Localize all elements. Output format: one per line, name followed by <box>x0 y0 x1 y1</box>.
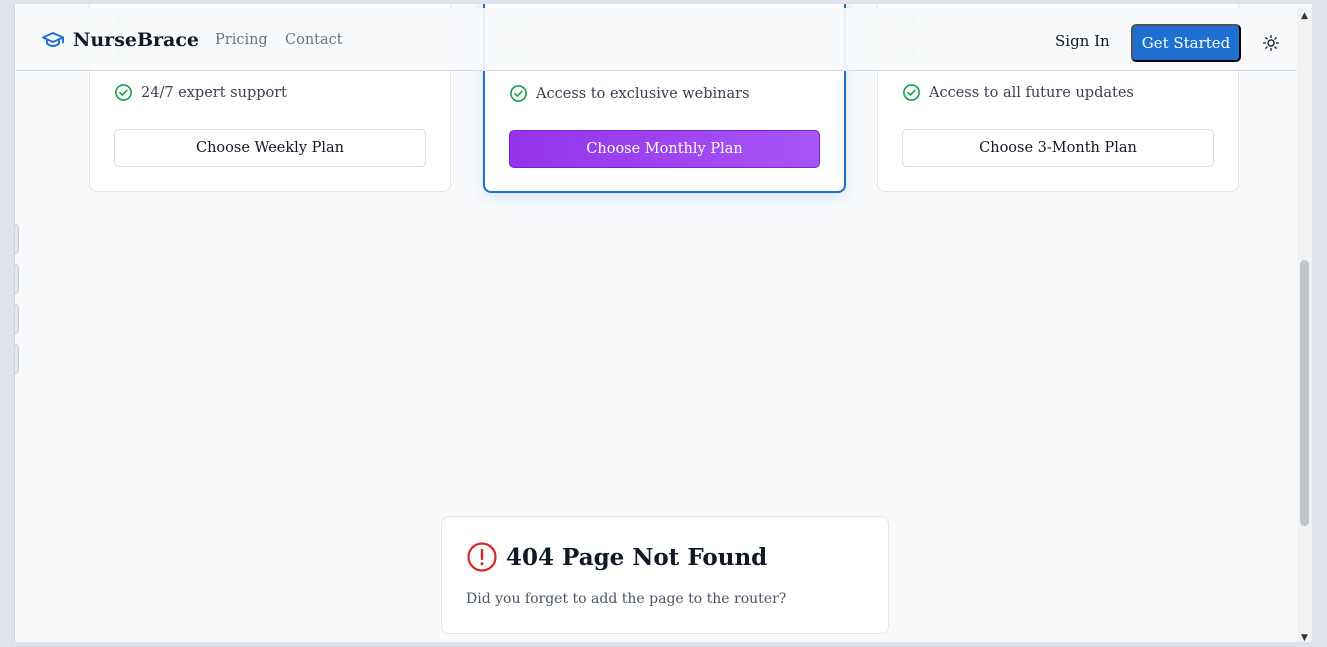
check-circle-icon <box>510 85 527 102</box>
nav-link-pricing[interactable]: Pricing <box>215 32 268 48</box>
site-header: NurseBrace Pricing Contact Sign In Get S… <box>15 8 1312 71</box>
nav-link-contact[interactable]: Contact <box>285 32 343 48</box>
sign-in-link[interactable]: Sign In <box>1055 32 1110 50</box>
not-found-title: 404 Page Not Found <box>506 543 768 571</box>
not-found-heading: 404 Page Not Found <box>466 541 767 573</box>
plan-feature-label: Access to exclusive webinars <box>536 85 750 102</box>
brand-logo[interactable]: NurseBrace <box>41 28 199 52</box>
scroll-up-arrow-icon[interactable]: ▲ <box>1300 10 1309 22</box>
choose-3-month-plan-button[interactable]: Choose 3-Month Plan <box>902 129 1214 167</box>
edge-tab[interactable] <box>15 224 19 254</box>
get-started-button[interactable]: Get Started <box>1131 24 1241 62</box>
choose-monthly-plan-button[interactable]: Choose Monthly Plan <box>509 130 820 168</box>
brand-name: NurseBrace <box>73 29 200 51</box>
vertical-scrollbar[interactable]: ▲ ▼ <box>1297 8 1312 642</box>
edge-tab[interactable] <box>15 304 19 334</box>
plan-feature: 24/7 expert support <box>114 83 287 102</box>
not-found-card: 404 Page Not Found Did you forget to add… <box>441 516 889 634</box>
plan-feature-label: Access to all future updates <box>929 84 1134 101</box>
scroll-thumb[interactable] <box>1300 260 1309 526</box>
edge-tab[interactable] <box>15 344 19 374</box>
choose-weekly-plan-button[interactable]: Choose Weekly Plan <box>114 129 426 167</box>
alert-circle-icon <box>467 542 497 572</box>
plan-feature: Access to exclusive webinars <box>509 84 750 103</box>
plan-feature-label: 24/7 expert support <box>141 84 287 101</box>
check-circle-icon <box>115 84 132 101</box>
side-edge-tabs <box>15 224 19 384</box>
graduation-cap-icon <box>42 32 64 47</box>
page-viewport: 24/7 expert support Choose Weekly Plan A… <box>14 4 1312 642</box>
edge-tab[interactable] <box>15 264 19 294</box>
scroll-down-arrow-icon[interactable]: ▼ <box>1300 632 1309 642</box>
check-circle-icon <box>903 84 920 101</box>
sun-icon[interactable] <box>1262 34 1280 52</box>
not-found-message: Did you forget to add the page to the ro… <box>466 591 787 607</box>
plan-feature: Access to all future updates <box>902 83 1134 102</box>
